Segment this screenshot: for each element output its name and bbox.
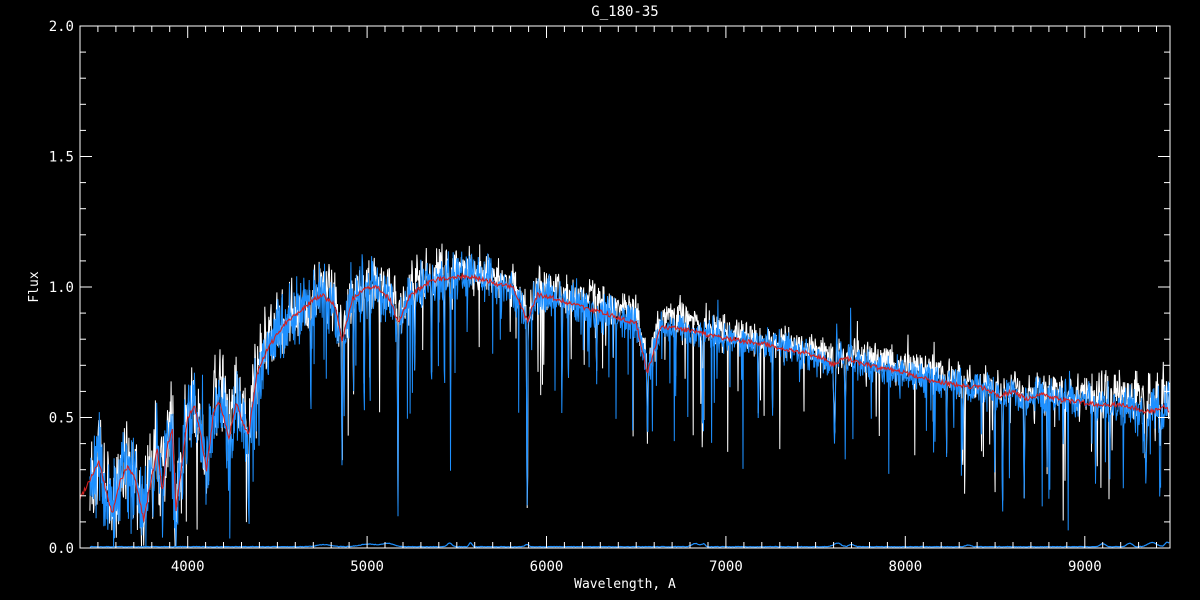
plot-frame: [79, 25, 1171, 549]
x-axis-title: Wavelength, A: [574, 577, 676, 592]
x-tick-label: 8000: [888, 559, 922, 575]
spectrum-plot-window: 4000 5000 6000 7000 8000 9000 0.0 0.5 1.0 1.5 2.0 …: [0, 0, 1200, 600]
y-axis-title: Flux: [27, 271, 42, 302]
chart-root: 4000 5000 6000 7000 8000 9000 0.0 0.5 1.0 1.5 2.0: [49, 19, 1171, 575]
x-tick-label: 6000: [530, 559, 564, 575]
y-tick-label: 1.5: [49, 150, 74, 166]
plot-title: G_180-35: [591, 4, 658, 20]
y-tick-label: 2.0: [49, 19, 74, 35]
y-tick-label: 0.5: [49, 411, 74, 427]
x-tick-label: 7000: [709, 559, 743, 575]
x-tick-label: 4000: [171, 559, 205, 575]
y-tick-label: 0.0: [49, 541, 74, 557]
y-tick-label: 1.0: [49, 280, 74, 296]
x-tick-label: 5000: [350, 559, 384, 575]
series-error-spectrum: [89, 541, 1170, 548]
x-tick-label: 9000: [1068, 559, 1102, 575]
spectrum-chart: 4000 5000 6000 7000 8000 90000.00.51.01.52.0 …: [27, 4, 1171, 592]
